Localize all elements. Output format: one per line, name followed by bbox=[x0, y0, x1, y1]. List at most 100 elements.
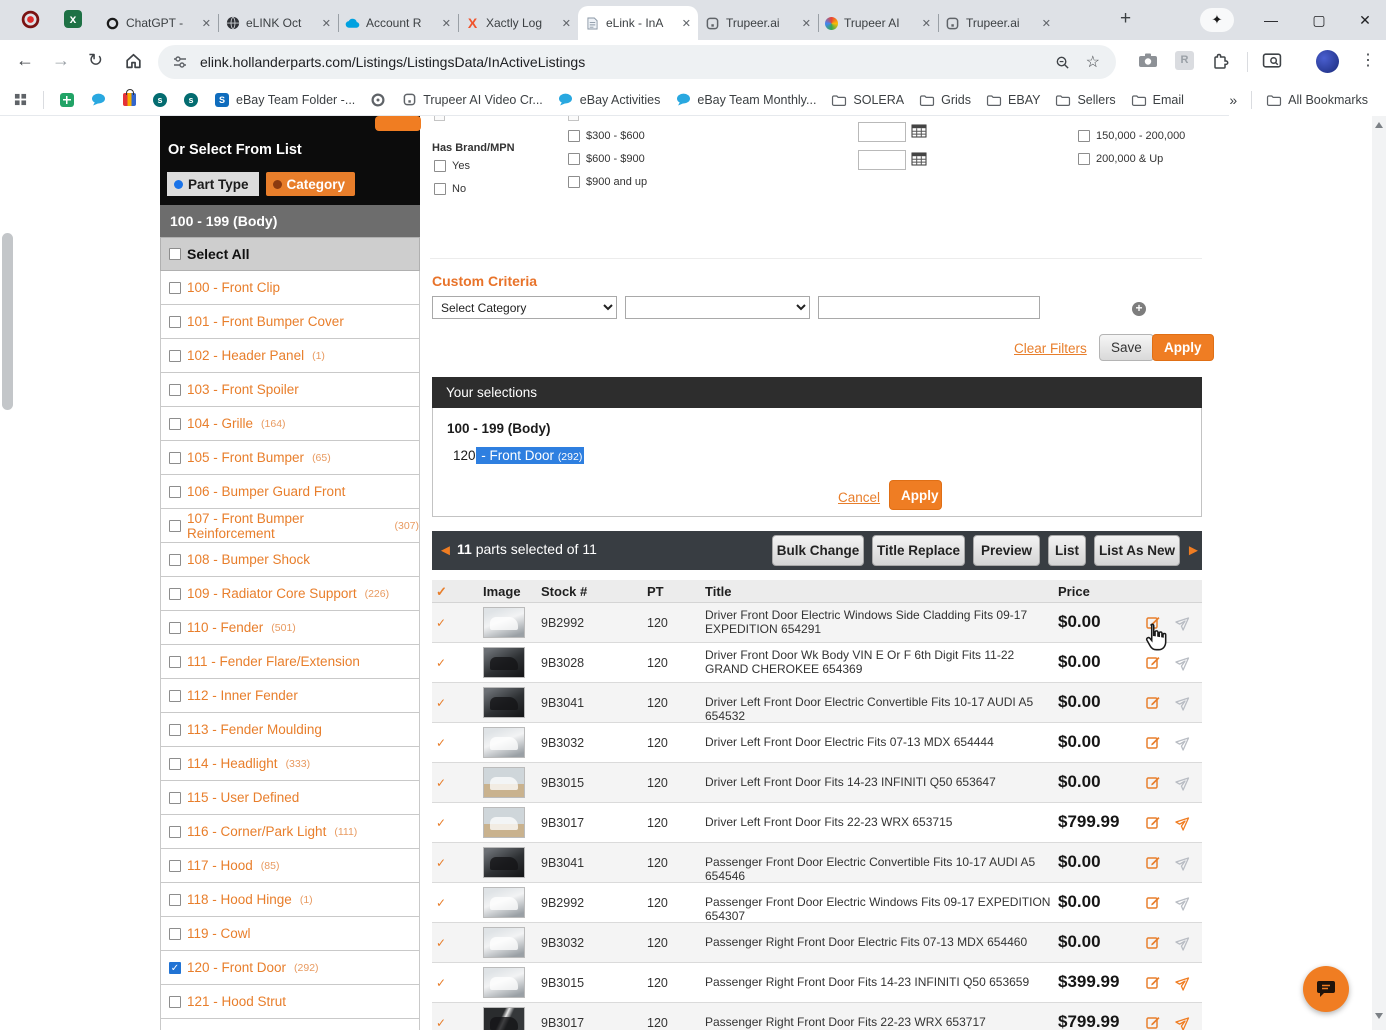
send-icon[interactable] bbox=[1175, 974, 1192, 991]
edit-icon[interactable] bbox=[1145, 814, 1161, 830]
part-list-item[interactable]: 107 - Front Bumper Reinforcement (307) bbox=[160, 509, 420, 543]
price-range-checkbox[interactable] bbox=[568, 176, 580, 188]
back-button[interactable]: ← bbox=[16, 50, 34, 71]
calendar-icon[interactable] bbox=[911, 124, 927, 143]
edit-icon[interactable] bbox=[1145, 854, 1161, 870]
mileage-range-checkbox[interactable] bbox=[1078, 153, 1090, 165]
apps-grid-icon[interactable] bbox=[12, 92, 28, 107]
item-checkbox[interactable] bbox=[169, 995, 181, 1008]
browser-tab[interactable]: eLink - InA ✕ bbox=[578, 6, 698, 40]
part-type-toggle[interactable]: Part Type bbox=[167, 172, 259, 196]
sidebar-orange-button[interactable] bbox=[375, 116, 421, 131]
bookmark-item[interactable] bbox=[121, 89, 137, 107]
row-check-icon[interactable]: ✓ bbox=[436, 856, 446, 870]
recording-indicator-icon[interactable] bbox=[21, 10, 40, 29]
forward-button[interactable]: → bbox=[52, 50, 70, 71]
edit-icon[interactable] bbox=[1145, 734, 1161, 750]
browser-ai-sparkle-icon[interactable]: ✦ bbox=[1200, 8, 1234, 32]
next-page-arrow[interactable]: ► bbox=[1186, 542, 1201, 559]
edit-icon[interactable] bbox=[1145, 1014, 1161, 1030]
bookmark-item[interactable]: SOLERA bbox=[831, 92, 904, 107]
menu-dots-icon[interactable]: ⋮ bbox=[1360, 50, 1376, 70]
title-replace-button[interactable]: Title Replace bbox=[872, 535, 965, 566]
item-checkbox[interactable] bbox=[169, 859, 181, 872]
criteria-value-input[interactable] bbox=[818, 296, 1040, 319]
item-checkbox[interactable] bbox=[169, 723, 181, 736]
bookmark-item[interactable]: Trupeer AI Video Cr... bbox=[401, 92, 543, 107]
part-photo[interactable] bbox=[483, 647, 525, 678]
part-list-item[interactable]: 104 - Grille (164) bbox=[160, 407, 420, 441]
date-input-2[interactable] bbox=[858, 150, 906, 170]
add-criteria-icon[interactable]: + bbox=[1132, 302, 1146, 316]
parts-table-row[interactable]: ✓ 9B3017 120 Passenger Right Front Door Fit… bbox=[432, 1003, 1202, 1030]
row-check-icon[interactable]: ✓ bbox=[436, 936, 446, 950]
save-button[interactable]: Save bbox=[1099, 334, 1154, 361]
bookmark-item[interactable] bbox=[370, 92, 386, 107]
tab-close-icon[interactable]: ✕ bbox=[802, 17, 811, 30]
select-all-row[interactable]: Select All bbox=[160, 237, 420, 271]
part-list-item[interactable]: 103 - Front Spoiler bbox=[160, 373, 420, 407]
part-photo[interactable] bbox=[483, 607, 525, 638]
edit-icon[interactable] bbox=[1145, 654, 1161, 670]
part-list-item[interactable]: 101 - Front Bumper Cover bbox=[160, 305, 420, 339]
tab-close-icon[interactable]: ✕ bbox=[682, 17, 691, 30]
scrollbar-thumb[interactable] bbox=[1, 233, 13, 410]
parts-table-row[interactable]: ✓ 9B3028 120 Driver Front Door Wk Body VIN … bbox=[432, 643, 1202, 683]
item-checkbox[interactable] bbox=[169, 383, 181, 396]
part-list-item[interactable]: 122 - Running Board(1) bbox=[160, 1019, 420, 1030]
extension-r-icon[interactable]: R bbox=[1175, 51, 1194, 70]
browser-tab[interactable]: Trupeer AI ✕ bbox=[818, 6, 938, 40]
part-list-item[interactable]: 108 - Bumper Shock bbox=[160, 543, 420, 577]
send-icon[interactable] bbox=[1175, 694, 1192, 711]
item-checkbox[interactable] bbox=[169, 485, 181, 498]
item-checkbox[interactable] bbox=[169, 689, 181, 702]
extensions-puzzle-icon[interactable] bbox=[1212, 52, 1230, 70]
list-button[interactable]: List bbox=[1048, 535, 1086, 566]
part-photo[interactable] bbox=[483, 967, 525, 998]
apply-filters-button[interactable]: Apply bbox=[1152, 334, 1214, 361]
row-check-icon[interactable]: ✓ bbox=[436, 976, 446, 990]
part-list-item[interactable]: 118 - Hood Hinge (1) bbox=[160, 883, 420, 917]
parts-table-row[interactable]: ✓ 9B2992 120 Driver Front Door Electric Win… bbox=[432, 603, 1202, 643]
row-check-icon[interactable]: ✓ bbox=[436, 736, 446, 750]
item-checkbox[interactable] bbox=[169, 757, 181, 770]
profile-avatar[interactable] bbox=[1316, 50, 1339, 73]
part-list-item[interactable]: 116 - Corner/Park Light (111) bbox=[160, 815, 420, 849]
row-check-icon[interactable]: ✓ bbox=[436, 656, 446, 670]
send-icon[interactable] bbox=[1175, 894, 1192, 911]
price-range-checkbox[interactable] bbox=[568, 153, 580, 165]
parts-table-row[interactable]: ✓ 9B2992 120 Passenger Front Door Electric … bbox=[432, 883, 1202, 923]
bookmark-item[interactable]: eBay Team Monthly... bbox=[675, 92, 816, 107]
send-icon[interactable] bbox=[1175, 774, 1192, 791]
item-checkbox[interactable] bbox=[169, 417, 181, 430]
part-list-item[interactable]: 121 - Hood Strut bbox=[160, 985, 420, 1019]
minimize-button[interactable]: — bbox=[1256, 0, 1286, 40]
edit-icon[interactable] bbox=[1145, 694, 1161, 710]
bookmark-star-icon[interactable]: ☆ bbox=[1086, 52, 1100, 72]
send-icon[interactable] bbox=[1175, 854, 1192, 871]
preview-button[interactable]: Preview bbox=[973, 535, 1040, 566]
item-checkbox[interactable] bbox=[169, 927, 181, 940]
bookmark-item[interactable]: Email bbox=[1131, 92, 1184, 107]
part-photo[interactable] bbox=[483, 847, 525, 878]
part-list-item[interactable]: 111 - Fender Flare/Extension bbox=[160, 645, 420, 679]
part-photo[interactable] bbox=[483, 807, 525, 838]
search-tabs-icon[interactable] bbox=[1262, 52, 1282, 69]
has-brand-option-checkbox[interactable] bbox=[434, 160, 446, 172]
maximize-button[interactable]: ▢ bbox=[1304, 0, 1334, 40]
item-checkbox[interactable] bbox=[169, 893, 181, 906]
item-checkbox[interactable] bbox=[169, 519, 181, 532]
parts-table-row[interactable]: ✓ 9B3041 120 Passenger Front Door Electric … bbox=[432, 843, 1202, 883]
parts-table-row[interactable]: ✓ 9B3032 120 Passenger Right Front Door Ele… bbox=[432, 923, 1202, 963]
tab-close-icon[interactable]: ✕ bbox=[202, 17, 211, 30]
send-icon[interactable] bbox=[1175, 934, 1192, 951]
browser-tab[interactable]: X Xactly Log ✕ bbox=[458, 6, 578, 40]
price-range-checkbox[interactable] bbox=[568, 130, 580, 142]
scroll-up-arrow[interactable] bbox=[1375, 122, 1383, 128]
clear-filters-link[interactable]: Clear Filters bbox=[1014, 341, 1087, 356]
edit-icon[interactable] bbox=[1145, 774, 1161, 790]
part-list-item[interactable]: 113 - Fender Moulding bbox=[160, 713, 420, 747]
item-checkbox[interactable] bbox=[169, 349, 181, 362]
zoom-icon[interactable] bbox=[1055, 55, 1070, 70]
item-checkbox[interactable] bbox=[169, 281, 181, 294]
